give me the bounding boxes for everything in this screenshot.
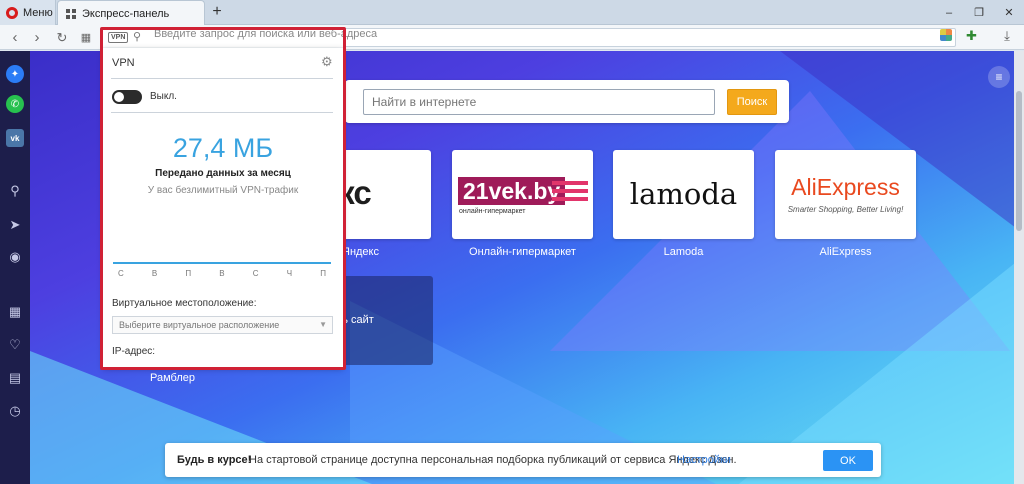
minimize-icon[interactable]: – — [934, 0, 964, 25]
scroll-thumb[interactable] — [1016, 91, 1022, 231]
search-button[interactable]: Поиск — [727, 89, 777, 115]
tile-caption-lamoda: Lamoda — [663, 246, 704, 258]
window-controls: – ❐ ✕ — [934, 0, 1024, 25]
news-icon[interactable]: ▤ — [6, 369, 24, 387]
new-tab-button[interactable]: + — [207, 2, 227, 22]
tile-aliexpress[interactable]: AliExpress Smarter Shopping, Better Livi… — [775, 150, 916, 239]
web-search-input[interactable] — [363, 89, 715, 115]
notification-text: На стартовой странице доступна персональ… — [249, 454, 737, 466]
aliexpress-logo: AliExpress — [791, 174, 900, 200]
speed-dial-sidebar-icon[interactable]: ▦ — [6, 303, 24, 321]
scrollbar[interactable] — [1014, 51, 1024, 484]
vpn-highlight-frame — [100, 27, 346, 370]
aliexpress-tagline: Smarter Shopping, Better Living! — [787, 205, 904, 214]
tab-speed-dial[interactable]: Экспресс-панель — [57, 0, 205, 26]
download-icon[interactable]: ⤓ — [998, 28, 1016, 46]
maximize-icon[interactable]: ❐ — [964, 0, 994, 25]
zen-notification: Будь в курсе! На стартовой странице дост… — [165, 443, 881, 477]
lamoda-logo: lamoda — [629, 177, 738, 211]
send-icon[interactable]: ➤ — [6, 216, 24, 234]
vk-icon[interactable]: vk — [6, 129, 24, 147]
heart-icon[interactable]: ♡ — [6, 336, 24, 354]
search-icon[interactable]: ⚲ — [6, 182, 24, 200]
close-icon[interactable]: ✕ — [994, 0, 1024, 25]
21vek-tagline: онлайн-гипермаркет — [459, 208, 526, 215]
tabs-grid-icon[interactable]: ▦ — [75, 25, 97, 50]
messenger-icon[interactable]: ✦ — [6, 65, 24, 83]
21vek-logo: 21vek.by — [458, 177, 566, 205]
tile-caption-rambler: Рамблер — [150, 372, 195, 384]
notification-ok-button[interactable]: OK — [823, 450, 873, 471]
tile-caption-21vek: Онлайн-гипермаркет — [469, 246, 576, 258]
tile-21vek[interactable]: 21vek.by онлайн-гипермаркет — [452, 150, 593, 239]
21vek-stripes-icon — [552, 181, 588, 205]
extension-icon[interactable] — [940, 29, 952, 41]
history-icon[interactable]: ◷ — [6, 402, 24, 420]
tab-strip: Меню Экспресс-панель + – ❐ ✕ — [0, 0, 1024, 26]
sidebar: ✦ ✆ vk ⚲ ➤ ◉ ▦ ♡ ▤ ◷ — [0, 51, 30, 484]
menu-label: Меню — [23, 6, 53, 19]
forward-icon[interactable]: › — [26, 25, 48, 50]
whatsapp-icon[interactable]: ✆ — [6, 95, 24, 113]
extension-puzzle-icon[interactable]: ✚ — [966, 28, 984, 46]
tile-caption-aliexpress: AliExpress — [819, 246, 872, 258]
notification-settings-link[interactable]: Настройки — [677, 454, 731, 466]
camera-icon[interactable]: ◉ — [6, 248, 24, 266]
opera-logo-icon — [6, 6, 18, 19]
back-icon[interactable]: ‹ — [4, 25, 26, 50]
reload-icon[interactable]: ↻ — [51, 25, 73, 50]
tile-lamoda[interactable]: lamoda — [613, 150, 754, 239]
tab-title: Экспресс-панель — [82, 7, 170, 20]
notification-title: Будь в курсе! — [177, 454, 252, 466]
speed-dial-search: Поиск — [345, 80, 789, 123]
speed-dial-icon — [66, 8, 76, 19]
opera-menu-button[interactable]: Меню — [0, 0, 56, 25]
easy-setup-icon[interactable]: ≡ — [988, 66, 1010, 88]
